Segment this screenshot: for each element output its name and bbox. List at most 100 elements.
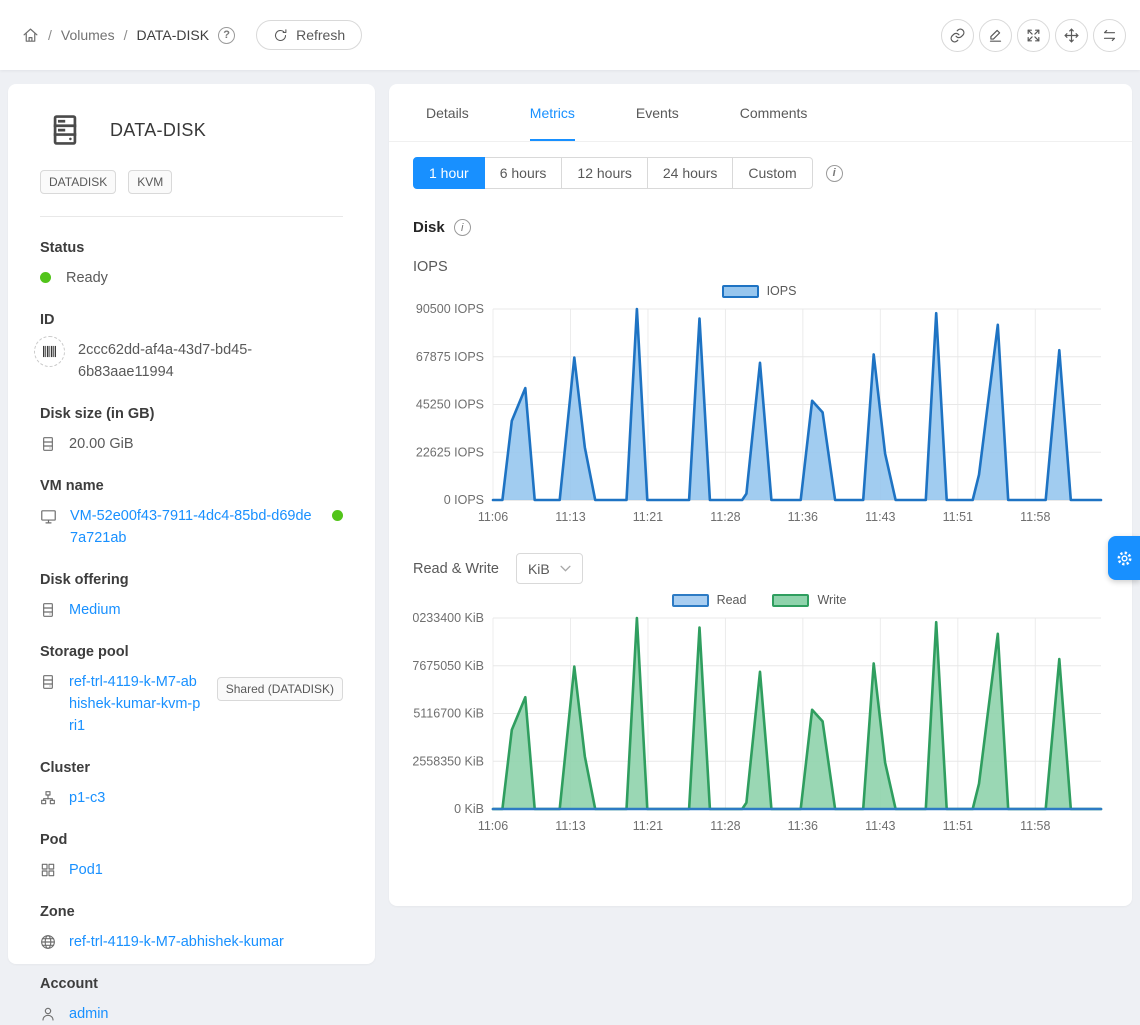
details-card: Details Metrics Events Comments 1 hour 6… <box>389 84 1132 906</box>
svg-text:11:13: 11:13 <box>555 819 585 833</box>
svg-text:0 IOPS: 0 IOPS <box>444 493 484 507</box>
range-6-hours[interactable]: 6 hours <box>485 157 563 189</box>
desktop-icon <box>40 508 57 525</box>
move-icon[interactable] <box>1055 19 1088 52</box>
breadcrumb-separator: / <box>124 27 128 43</box>
svg-text:7675050 KiB: 7675050 KiB <box>413 659 484 673</box>
home-icon[interactable] <box>22 27 39 44</box>
settings-fab[interactable] <box>1108 536 1140 580</box>
cluster-link[interactable]: p1-c3 <box>69 787 105 809</box>
svg-text:90500 IOPS: 90500 IOPS <box>416 302 484 316</box>
zone-link[interactable]: ref-trl-4119-k-M7-abhishek-kumar <box>69 931 284 953</box>
disk-size-value: 20.00 GiB <box>69 433 134 455</box>
field-id: ID 2ccc62dd-af4a-43d7-bd45-6b83aae11994 <box>40 312 343 383</box>
grid-icon <box>40 862 56 878</box>
svg-text:11:43: 11:43 <box>865 510 895 524</box>
field-label: Pod <box>40 832 343 848</box>
edit-icon[interactable] <box>979 19 1012 52</box>
tag-row: DATADISK KVM <box>40 170 343 194</box>
breadcrumb: / Volumes / DATA-DISK ? Refresh <box>22 20 362 50</box>
range-1-hour[interactable]: 1 hour <box>413 157 485 189</box>
field-zone: Zone ref-trl-4119-k-M7-abhishek-kumar <box>40 904 343 953</box>
tag-datadisk: DATADISK <box>40 170 116 194</box>
field-vm-name: VM name VM-52e00f43-7911-4dc4-85bd-d69de… <box>40 478 343 549</box>
info-icon[interactable]: i <box>826 165 843 182</box>
top-bar: / Volumes / DATA-DISK ? Refresh <box>0 0 1140 70</box>
field-label: Zone <box>40 904 343 920</box>
unit-select[interactable]: KiB <box>516 553 583 584</box>
gear-icon <box>1115 549 1134 568</box>
read-write-chart: ReadWrite 11:0611:1311:2111:2811:3611:43… <box>413 590 1105 843</box>
account-link[interactable]: admin <box>69 1003 109 1025</box>
field-account: Account admin <box>40 976 343 1025</box>
chart-legend: IOPS <box>413 281 1105 301</box>
svg-text:10233400 KiB: 10233400 KiB <box>413 611 484 625</box>
status-dot-icon <box>40 272 51 283</box>
pod-link[interactable]: Pod1 <box>69 859 103 881</box>
tab-events[interactable]: Events <box>636 84 679 141</box>
refresh-label: Refresh <box>296 27 345 43</box>
svg-text:11:28: 11:28 <box>710 819 740 833</box>
svg-text:11:36: 11:36 <box>788 510 818 524</box>
iops-chart-title: IOPS <box>413 259 1108 275</box>
legend-label: Write <box>817 593 846 607</box>
swap-icon[interactable] <box>1093 19 1126 52</box>
field-disk-size: Disk size (in GB) 20.00 GiB <box>40 406 343 455</box>
iops-chart: IOPS 11:0611:1311:2111:2811:3611:4311:51… <box>413 281 1105 534</box>
svg-text:11:06: 11:06 <box>478 819 508 833</box>
tab-comments[interactable]: Comments <box>740 84 808 141</box>
link-icon[interactable] <box>941 19 974 52</box>
info-icon[interactable]: i <box>454 219 471 236</box>
database-icon <box>40 674 56 690</box>
storage-pool-link[interactable]: ref-trl-4119-k-M7-abhishek-kumar-kvm-pri… <box>69 671 204 737</box>
range-custom[interactable]: Custom <box>733 157 812 189</box>
legend-label: Read <box>717 593 747 607</box>
barcode-icon <box>34 336 65 367</box>
field-pod: Pod Pod1 <box>40 832 343 881</box>
field-status: Status Ready <box>40 240 343 289</box>
cluster-icon <box>40 790 56 806</box>
legend-item-write[interactable]: Write <box>772 593 846 607</box>
read-write-title: Read & Write <box>413 561 499 577</box>
refresh-button[interactable]: Refresh <box>256 20 362 50</box>
svg-text:0 KiB: 0 KiB <box>454 802 484 816</box>
disk-offering-link[interactable]: Medium <box>69 599 121 621</box>
fullscreen-icon[interactable] <box>1017 19 1050 52</box>
tab-details[interactable]: Details <box>426 84 469 141</box>
legend-item-read[interactable]: Read <box>672 593 747 607</box>
legend-swatch-icon <box>772 594 809 607</box>
field-storage-pool: Storage pool ref-trl-4119-k-M7-abhishek-… <box>40 644 343 737</box>
reload-icon <box>273 28 288 43</box>
svg-text:22625 IOPS: 22625 IOPS <box>416 445 484 459</box>
breadcrumb-volumes[interactable]: Volumes <box>61 27 115 43</box>
time-range-group: 1 hour 6 hours 12 hours 24 hours Custom <box>413 157 813 189</box>
svg-text:5116700 KiB: 5116700 KiB <box>413 707 484 721</box>
vm-name-link[interactable]: VM-52e00f43-7911-4dc4-85bd-d69de7a721ab <box>70 505 319 549</box>
user-icon <box>40 1006 56 1022</box>
tab-metrics[interactable]: Metrics <box>530 84 575 141</box>
header-actions <box>941 19 1126 52</box>
chevron-down-icon <box>560 565 571 572</box>
chart-canvas: 11:0611:1311:2111:2811:3611:4311:5111:58… <box>413 301 1105 534</box>
legend-item-iops[interactable]: IOPS <box>722 284 797 298</box>
resource-header: DATA-DISK <box>48 112 343 148</box>
help-icon[interactable]: ? <box>218 27 235 44</box>
volume-icon <box>48 112 82 148</box>
field-label: Disk offering <box>40 572 343 588</box>
svg-text:11:21: 11:21 <box>633 819 663 833</box>
svg-text:11:58: 11:58 <box>1020 510 1050 524</box>
svg-text:11:21: 11:21 <box>633 510 663 524</box>
field-label: Cluster <box>40 760 343 776</box>
svg-text:45250 IOPS: 45250 IOPS <box>416 398 484 412</box>
field-label: Disk size (in GB) <box>40 406 343 422</box>
hdd-icon <box>40 602 56 618</box>
svg-text:11:51: 11:51 <box>943 510 973 524</box>
breadcrumb-current: DATA-DISK <box>136 27 209 43</box>
field-label: VM name <box>40 478 343 494</box>
field-label: Status <box>40 240 343 256</box>
hdd-icon <box>40 436 56 452</box>
chart-canvas: 11:0611:1311:2111:2811:3611:4311:5111:58… <box>413 610 1105 843</box>
range-24-hours[interactable]: 24 hours <box>648 157 733 189</box>
svg-text:11:28: 11:28 <box>710 510 740 524</box>
range-12-hours[interactable]: 12 hours <box>562 157 647 189</box>
